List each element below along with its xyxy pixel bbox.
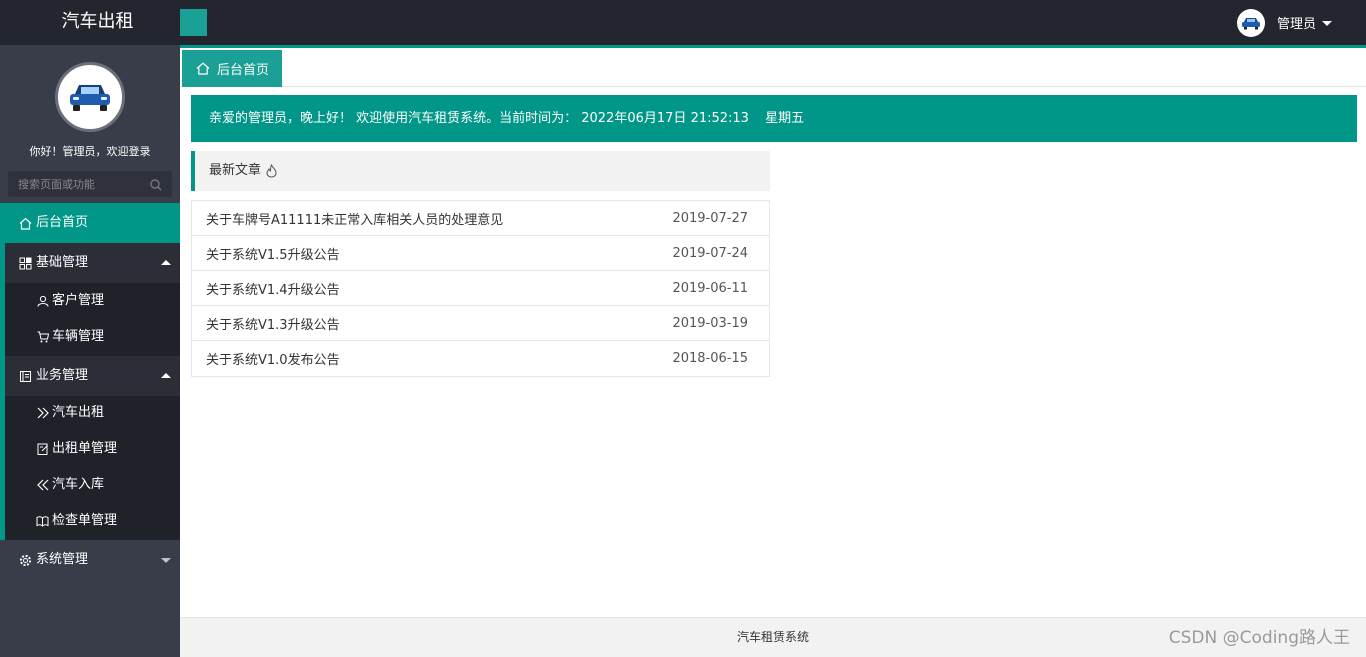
cart-icon <box>36 331 49 344</box>
car-icon <box>1241 17 1260 29</box>
home-icon <box>18 216 32 230</box>
search-icon[interactable] <box>150 179 162 191</box>
article-title: 关于系统V1.3升级公告 <box>206 317 340 333</box>
chevron-down-icon <box>161 558 171 563</box>
welcome-text: 你好！管理员，欢迎登录 <box>29 145 151 158</box>
fire-icon <box>266 164 277 178</box>
tab-bar: 后台首页 <box>180 48 1366 87</box>
list-item[interactable]: 关于车牌号A11111未正常入库相关人员的处理意见 2019-07-27 <box>192 201 769 236</box>
article-date: 2019-07-24 <box>672 245 748 261</box>
chevron-up-icon <box>161 373 171 378</box>
user-menu[interactable]: 管理员 <box>1236 0 1332 45</box>
sidebar-item-customer[interactable]: 客户管理 <box>0 283 180 319</box>
user-icon <box>36 295 49 308</box>
watermark: CSDN @Coding路人王 <box>1168 628 1350 648</box>
sidebar-toggle-button[interactable] <box>180 9 207 36</box>
welcome-notice: 亲爱的管理员，晚上好！ 欢迎使用汽车租赁系统。当前时间为： 2022年06月17… <box>191 95 1357 142</box>
profile-avatar <box>55 62 125 132</box>
sidebar-item-car-return[interactable]: 汽车入库 <box>0 467 180 503</box>
main-content: 后台首页 亲爱的管理员，晚上好！ 欢迎使用汽车租赁系统。当前时间为： 2022年… <box>180 48 1366 617</box>
sidebar-item-vehicle[interactable]: 车辆管理 <box>0 319 180 355</box>
article-date: 2019-03-19 <box>672 315 748 331</box>
user-name: 管理员 <box>1276 17 1316 32</box>
book-icon <box>18 369 32 383</box>
sidebar-item-label: 车辆管理 <box>52 329 105 344</box>
sidebar-item-check-orders[interactable]: 检查单管理 <box>0 503 180 539</box>
list-item[interactable]: 关于系统V1.4升级公告 2019-06-11 <box>192 271 769 306</box>
list-item[interactable]: 关于系统V1.0发布公告 2018-06-15 <box>192 341 769 376</box>
sidebar-item-label: 汽车入库 <box>52 477 105 492</box>
home-icon <box>196 62 210 75</box>
sidebar-group-business[interactable]: 业务管理 <box>0 356 180 396</box>
article-title: 关于系统V1.0发布公告 <box>206 353 340 368</box>
tab-home[interactable]: 后台首页 <box>182 50 282 87</box>
sidebar-item-label: 检查单管理 <box>52 513 118 528</box>
list-item[interactable]: 关于系统V1.3升级公告 2019-03-19 <box>192 306 769 341</box>
list-item[interactable]: 关于系统V1.5升级公告 2019-07-24 <box>192 236 769 271</box>
app-logo[interactable]: 汽车出租 <box>0 0 195 45</box>
sidebar-item-home[interactable]: 后台首页 <box>0 203 180 243</box>
articles-list: 关于车牌号A11111未正常入库相关人员的处理意见 2019-07-27 关于系… <box>191 200 770 377</box>
sidebar-item-label: 业务管理 <box>36 368 89 383</box>
sidebar-item-car-rent[interactable]: 汽车出租 <box>0 395 180 431</box>
articles-title: 最新文章 <box>209 163 262 178</box>
car-icon <box>70 85 110 111</box>
sidebar-group-system[interactable]: 系统管理 <box>0 540 180 580</box>
sidebar-item-label: 基础管理 <box>36 255 89 270</box>
user-avatar <box>1236 8 1265 37</box>
sidebar-item-label: 系统管理 <box>36 552 89 567</box>
top-header: 汽车出租 管理员 <box>0 0 1366 45</box>
double-chevron-right-icon <box>36 407 49 420</box>
sidebar-item-label: 后台首页 <box>36 215 89 230</box>
notice-weekday: 星期五 <box>765 111 805 126</box>
gear-icon <box>18 553 32 567</box>
search-input[interactable] <box>8 171 172 197</box>
article-date: 2018-06-15 <box>672 351 748 366</box>
article-date: 2019-06-11 <box>672 280 748 296</box>
article-title: 关于系统V1.4升级公告 <box>206 282 340 298</box>
edit-icon <box>36 443 49 456</box>
grid-icon <box>18 256 32 270</box>
sidebar: 你好！管理员，欢迎登录 后台首页 基础管理 客户管理 车辆管理 <box>0 45 180 657</box>
articles-header: 最新文章 <box>191 151 770 191</box>
chevron-up-icon <box>161 260 171 265</box>
article-title: 关于系统V1.5升级公告 <box>206 247 340 263</box>
double-chevron-left-icon <box>36 479 49 492</box>
notice-greeting: 亲爱的管理员，晚上好！ 欢迎使用汽车租赁系统。当前时间为： 2022年06月17… <box>209 111 749 126</box>
sidebar-item-rent-orders[interactable]: 出租单管理 <box>0 431 180 467</box>
article-date: 2019-07-27 <box>672 210 748 226</box>
sidebar-item-label: 客户管理 <box>52 293 105 308</box>
open-book-icon <box>36 515 49 528</box>
sidebar-group-basic[interactable]: 基础管理 <box>0 243 180 283</box>
chevron-down-icon <box>1322 21 1332 26</box>
sidebar-item-label: 汽车出租 <box>52 405 105 420</box>
tab-label: 后台首页 <box>217 63 270 78</box>
article-title: 关于车牌号A11111未正常入库相关人员的处理意见 <box>206 212 504 228</box>
sidebar-item-label: 出租单管理 <box>52 441 118 456</box>
